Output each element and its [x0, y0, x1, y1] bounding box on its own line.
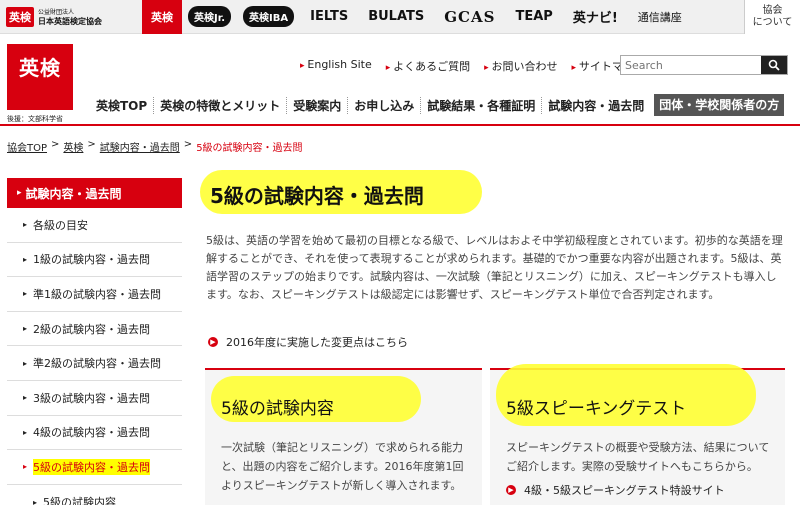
- sidebar-item-label: 準1級の試験内容・過去問: [33, 287, 162, 301]
- card-link-label: 4級・5級スピーキングテスト特設サイト: [524, 484, 725, 497]
- logo-text: 英検: [19, 56, 61, 80]
- breadcrumb-separator: >: [51, 139, 60, 150]
- brand-tab-label: 英検Jr.: [188, 6, 232, 27]
- brand-tab-einavi[interactable]: 英ナビ!: [563, 0, 628, 34]
- org-name-line1: 公益財団法人: [38, 8, 75, 16]
- search-icon: [768, 59, 780, 71]
- about-association-link[interactable]: 協会 について: [744, 0, 800, 34]
- nav-application[interactable]: お申し込み: [348, 96, 422, 114]
- sidebar-item-label: 4級の試験内容・過去問: [33, 426, 151, 440]
- card-grade5-content[interactable]: 5級の試験内容 一次試験（筆記とリスニング）で求められる能力と、出題の内容をご紹…: [205, 368, 482, 505]
- org-name-line2: 日本英語検定協会: [38, 16, 102, 26]
- sidebar-subitem-grade5-content[interactable]: 5級の試験内容: [7, 485, 182, 505]
- brand-tab-eiken-jr[interactable]: 英検Jr.: [182, 0, 237, 34]
- sidebar-item-grade3[interactable]: 3級の試験内容・過去問: [7, 381, 182, 416]
- search-box: [620, 55, 788, 75]
- org-logo[interactable]: 英検 公益財団法人 日本英語検定協会: [0, 6, 140, 27]
- breadcrumb-home[interactable]: 協会TOP: [7, 139, 47, 154]
- sidebar-item-grade5[interactable]: 5級の試験内容・過去問: [7, 450, 182, 485]
- breadcrumb: 協会TOP > 英検 > 試験内容・過去問 > 5級の試験内容・過去問: [7, 139, 307, 154]
- changes-notice-link[interactable]: ▶ 2016年度に実施した変更点はこちら: [200, 334, 790, 350]
- card-grade5-speaking[interactable]: 5級スピーキングテスト スピーキングテストの概要や受験方法、結果についてご紹介し…: [490, 364, 785, 505]
- notice-label: 2016年度に実施した変更点はこちら: [226, 336, 408, 349]
- card-title: 5級スピーキングテスト: [506, 399, 687, 419]
- org-mark: 英検: [6, 6, 34, 27]
- nav-exam-guide[interactable]: 受験案内: [287, 96, 349, 114]
- sidebar-item-label: 各級の目安: [33, 218, 89, 232]
- logo-sponsor: 後援：文部科学省: [7, 115, 63, 123]
- page-title: 5級の試験内容・過去問: [210, 184, 424, 208]
- nav-exam-content[interactable]: 試験内容・過去問: [542, 97, 650, 114]
- breadcrumb-separator: >: [183, 139, 193, 150]
- breadcrumb-exam-content[interactable]: 試験内容・過去問: [100, 139, 180, 154]
- main-content: 5級の試験内容・過去問 5級は、英語の学習を始めて最初の目標となる級で、レベルは…: [200, 168, 790, 505]
- faq-link[interactable]: よくあるご質問: [386, 58, 470, 74]
- about-line2: について: [752, 17, 793, 28]
- arrow-circle-icon: ▶: [506, 485, 516, 495]
- intro-text: 5級は、英語の学習を始めて最初の目標となる級で、レベルはおよそ中学初級程度とされ…: [206, 234, 783, 301]
- card-title-area: 5級スピーキングテスト: [490, 364, 785, 430]
- sidebar: 試験内容・過去問 各級の目安 1級の試験内容・過去問 準1級の試験内容・過去問 …: [7, 178, 182, 505]
- breadcrumb-eiken[interactable]: 英検: [63, 139, 83, 154]
- speaking-test-site-link[interactable]: ▶ 4級・5級スピーキングテスト特設サイト: [490, 476, 785, 498]
- about-line1: 協会: [762, 5, 783, 16]
- nav-results[interactable]: 試験結果・各種証明: [421, 96, 543, 114]
- brand-bar: 英検 公益財団法人 日本英語検定協会 英検 英検Jr. 英検IBA IELTS …: [0, 0, 800, 34]
- breadcrumb-separator: >: [87, 139, 96, 150]
- sidebar-item-label: 3級の試験内容・過去問: [33, 391, 151, 405]
- english-site-link[interactable]: English Site: [300, 58, 371, 74]
- brand-tab-correspondence[interactable]: 通信講座: [628, 0, 692, 34]
- eiken-logo[interactable]: 英検 後援：文部科学省: [7, 44, 73, 123]
- sidebar-item-label: 2級の試験内容・過去問: [33, 322, 151, 336]
- brand-tab-eiken-iba[interactable]: 英検IBA: [237, 0, 300, 34]
- brand-tab-ielts[interactable]: IELTS: [300, 0, 358, 34]
- sidebar-item-label: 5級の試験内容: [43, 496, 117, 505]
- card-description: スピーキングテストの概要や受験方法、結果についてご紹介します。実際の受験サイトへ…: [506, 441, 770, 473]
- sidebar-item-level-guide[interactable]: 各級の目安: [7, 208, 182, 243]
- brand-tab-gcas[interactable]: GCAS: [434, 0, 505, 34]
- global-nav: 英検TOP 英検の特徴とメリット 受験案内 お申し込み 試験結果・各種証明 試験…: [90, 94, 785, 116]
- brand-tabs: 英検 英検Jr. 英検IBA IELTS BULATS GCAS TEAP 英ナ…: [142, 0, 692, 34]
- header-divider: [0, 124, 800, 126]
- sidebar-item-grade-pre1[interactable]: 準1級の試験内容・過去問: [7, 277, 182, 312]
- arrow-circle-icon: ▶: [208, 337, 218, 347]
- sidebar-item-grade-pre2[interactable]: 準2級の試験内容・過去問: [7, 346, 182, 381]
- nav-eiken-top[interactable]: 英検TOP: [90, 96, 155, 114]
- nav-features[interactable]: 英検の特徴とメリット: [154, 96, 288, 114]
- sidebar-item-grade4[interactable]: 4級の試験内容・過去問: [7, 416, 182, 451]
- sidebar-heading[interactable]: 試験内容・過去問: [7, 178, 182, 208]
- search-button[interactable]: [761, 56, 787, 74]
- card-title-area: 5級の試験内容: [205, 370, 482, 430]
- brand-tab-eiken[interactable]: 英検: [142, 0, 182, 34]
- brand-tab-teap[interactable]: TEAP: [505, 0, 562, 34]
- contact-link[interactable]: お問い合わせ: [484, 58, 558, 74]
- utility-links: English Site よくあるご質問 お問い合わせ サイトマップ: [300, 58, 659, 74]
- org-name: 公益財団法人 日本英語検定協会: [38, 8, 102, 26]
- search-input[interactable]: [621, 56, 761, 74]
- page-title-area: 5級の試験内容・過去問: [200, 168, 790, 216]
- breadcrumb-current: 5級の試験内容・過去問: [196, 143, 303, 154]
- sidebar-item-grade1[interactable]: 1級の試験内容・過去問: [7, 243, 182, 278]
- nav-organizations[interactable]: 団体・学校関係者の方: [654, 94, 785, 116]
- card-description: 一次試験（筆記とリスニング）で求められる能力と、出題の内容をご紹介します。201…: [221, 441, 464, 492]
- sidebar-item-label: 準2級の試験内容・過去問: [33, 357, 162, 371]
- sidebar-item-label: 5級の試験内容・過去問: [33, 458, 151, 475]
- sidebar-item-label: 1級の試験内容・過去問: [33, 253, 151, 267]
- card-title: 5級の試験内容: [221, 399, 334, 419]
- brand-tab-bulats[interactable]: BULATS: [358, 0, 434, 34]
- sidebar-item-grade2[interactable]: 2級の試験内容・過去問: [7, 312, 182, 347]
- brand-tab-label: 英検IBA: [243, 6, 295, 27]
